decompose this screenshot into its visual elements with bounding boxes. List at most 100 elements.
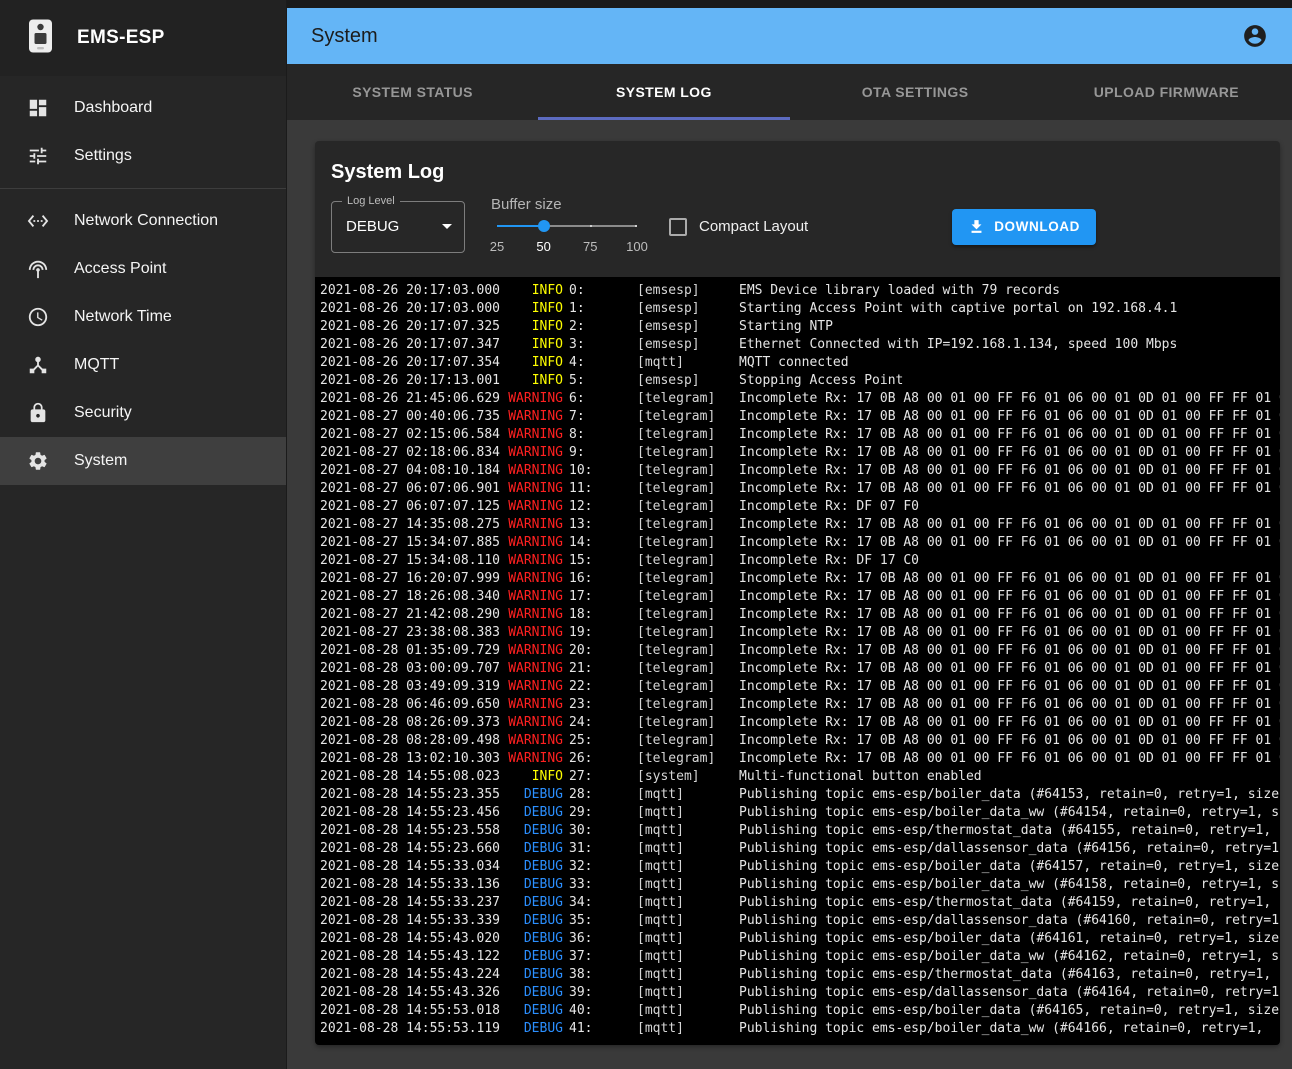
log-message: Incomplete Rx: 17 0B A8 00 01 00 FF F6 0… <box>739 426 1280 444</box>
tab-upload-firmware[interactable]: UPLOAD FIRMWARE <box>1041 64 1292 120</box>
log-row: 2021-08-28 03:49:09.319WARNING22:[telegr… <box>315 678 1280 696</box>
window-top-strip <box>287 0 1292 8</box>
log-message: MQTT connected <box>739 354 1280 372</box>
log-row: 2021-08-28 14:55:23.355DEBUG28:[mqtt]Pub… <box>315 786 1280 804</box>
app-bar: System <box>287 8 1292 64</box>
log-index: 24: <box>569 714 631 732</box>
log-message: Incomplete Rx: 17 0B A8 00 01 00 FF F6 0… <box>739 480 1280 498</box>
log-message: Publishing topic ems-esp/thermostat_data… <box>739 966 1280 984</box>
log-level-select[interactable]: Log Level DEBUG <box>331 201 465 253</box>
log-message: Incomplete Rx: 17 0B A8 00 01 00 FF F6 0… <box>739 660 1280 678</box>
log-message: Stopping Access Point <box>739 372 1280 390</box>
log-index: 8: <box>569 426 631 444</box>
log-source: [telegram] <box>637 552 733 570</box>
log-level: WARNING <box>508 660 563 678</box>
download-button[interactable]: DOWNLOAD <box>952 209 1096 245</box>
log-level: WARNING <box>508 750 563 768</box>
sidebar-item-security[interactable]: Security <box>0 389 286 437</box>
compact-layout-checkbox-group[interactable]: Compact Layout <box>669 218 808 236</box>
sidebar-item-label: Settings <box>74 147 132 165</box>
sidebar-item-network-time[interactable]: Network Time <box>0 293 286 341</box>
log-level: DEBUG <box>508 966 563 984</box>
clock-icon <box>26 305 50 329</box>
sidebar-item-dashboard[interactable]: Dashboard <box>0 84 286 132</box>
log-row: 2021-08-28 01:35:09.729WARNING20:[telegr… <box>315 642 1280 660</box>
log-index: 13: <box>569 516 631 534</box>
log-source: [emsesp] <box>637 318 733 336</box>
log-time: 2021-08-27 15:34:07.885 <box>320 534 502 552</box>
content-area: System Log Log Level DEBUG Buffer size <box>287 120 1292 1069</box>
log-time: 2021-08-28 14:55:23.660 <box>320 840 502 858</box>
log-time: 2021-08-27 21:42:08.290 <box>320 606 502 624</box>
download-icon <box>968 218 985 235</box>
log-source: [mqtt] <box>637 786 733 804</box>
log-level: INFO <box>508 300 563 318</box>
log-index: 2: <box>569 318 631 336</box>
log-source: [telegram] <box>637 462 733 480</box>
log-time: 2021-08-26 20:17:13.001 <box>320 372 502 390</box>
slider-mark-label: 50 <box>536 239 550 254</box>
log-level: WARNING <box>508 642 563 660</box>
sidebar-item-system[interactable]: System <box>0 437 286 485</box>
log-source: [mqtt] <box>637 804 733 822</box>
log-row: 2021-08-28 14:55:43.020DEBUG36:[mqtt]Pub… <box>315 930 1280 948</box>
tab-system-status[interactable]: SYSTEM STATUS <box>287 64 538 120</box>
log-level: WARNING <box>508 570 563 588</box>
app-title: EMS-ESP <box>77 27 165 49</box>
sidebar-item-mqtt[interactable]: MQTT <box>0 341 286 389</box>
log-index: 3: <box>569 336 631 354</box>
app-window: EMS-ESP Dashboard Settings Network <box>0 0 1292 1069</box>
log-source: [mqtt] <box>637 1002 733 1020</box>
log-time: 2021-08-28 03:49:09.319 <box>320 678 502 696</box>
sidebar-item-settings[interactable]: Settings <box>0 132 286 180</box>
compact-layout-checkbox[interactable] <box>669 218 687 236</box>
sidebar-item-label: Network Time <box>74 308 172 326</box>
log-row: 2021-08-28 08:26:09.373WARNING24:[telegr… <box>315 714 1280 732</box>
log-level: WARNING <box>508 588 563 606</box>
log-index: 34: <box>569 894 631 912</box>
log-time: 2021-08-28 13:02:10.303 <box>320 750 502 768</box>
log-time: 2021-08-28 08:26:09.373 <box>320 714 502 732</box>
log-level: DEBUG <box>508 840 563 858</box>
log-time: 2021-08-28 14:55:43.326 <box>320 984 502 1002</box>
log-row: 2021-08-26 20:17:07.325INFO2:[emsesp]Sta… <box>315 318 1280 336</box>
log-index: 18: <box>569 606 631 624</box>
log-level: WARNING <box>508 408 563 426</box>
log-row: 2021-08-28 14:55:33.237DEBUG34:[mqtt]Pub… <box>315 894 1280 912</box>
compact-layout-label: Compact Layout <box>699 218 808 235</box>
slider-mark-labels: 25 50 75 100 <box>497 239 637 257</box>
slider-thumb[interactable] <box>538 220 550 232</box>
sidebar-item-label: Dashboard <box>74 99 152 117</box>
log-level: WARNING <box>508 552 563 570</box>
log-level: DEBUG <box>508 804 563 822</box>
log-source: [telegram] <box>637 498 733 516</box>
log-console[interactable]: 2021-08-26 20:17:03.000INFO0:[emsesp]EMS… <box>315 277 1280 1045</box>
buffer-size-slider[interactable] <box>497 219 637 233</box>
tab-ota-settings[interactable]: OTA SETTINGS <box>790 64 1041 120</box>
log-message: Publishing topic ems-esp/thermostat_data… <box>739 894 1280 912</box>
log-index: 38: <box>569 966 631 984</box>
account-icon[interactable] <box>1242 23 1268 49</box>
log-row: 2021-08-28 14:55:33.136DEBUG33:[mqtt]Pub… <box>315 876 1280 894</box>
log-index: 19: <box>569 624 631 642</box>
log-time: 2021-08-28 08:28:09.498 <box>320 732 502 750</box>
main-area: System SYSTEM STATUS SYSTEM LOG OTA SETT… <box>287 0 1292 1069</box>
log-time: 2021-08-28 14:55:43.020 <box>320 930 502 948</box>
log-level: DEBUG <box>508 1002 563 1020</box>
log-row: 2021-08-27 16:20:07.999WARNING16:[telegr… <box>315 570 1280 588</box>
log-index: 31: <box>569 840 631 858</box>
log-controls: Log Level DEBUG Buffer size <box>315 184 1280 277</box>
log-index: 6: <box>569 390 631 408</box>
log-index: 11: <box>569 480 631 498</box>
log-time: 2021-08-28 03:00:09.707 <box>320 660 502 678</box>
buffer-size-label: Buffer size <box>491 196 643 213</box>
log-message: Incomplete Rx: 17 0B A8 00 01 00 FF F6 0… <box>739 642 1280 660</box>
antenna-icon <box>26 257 50 281</box>
sidebar-item-access-point[interactable]: Access Point <box>0 245 286 293</box>
log-message: Incomplete Rx: 17 0B A8 00 01 00 FF F6 0… <box>739 570 1280 588</box>
log-source: [mqtt] <box>637 1020 733 1038</box>
system-log-card: System Log Log Level DEBUG Buffer size <box>315 141 1280 1045</box>
tab-system-log[interactable]: SYSTEM LOG <box>538 64 789 120</box>
sidebar-item-network-connection[interactable]: Network Connection <box>0 197 286 245</box>
log-time: 2021-08-28 14:55:53.018 <box>320 1002 502 1020</box>
